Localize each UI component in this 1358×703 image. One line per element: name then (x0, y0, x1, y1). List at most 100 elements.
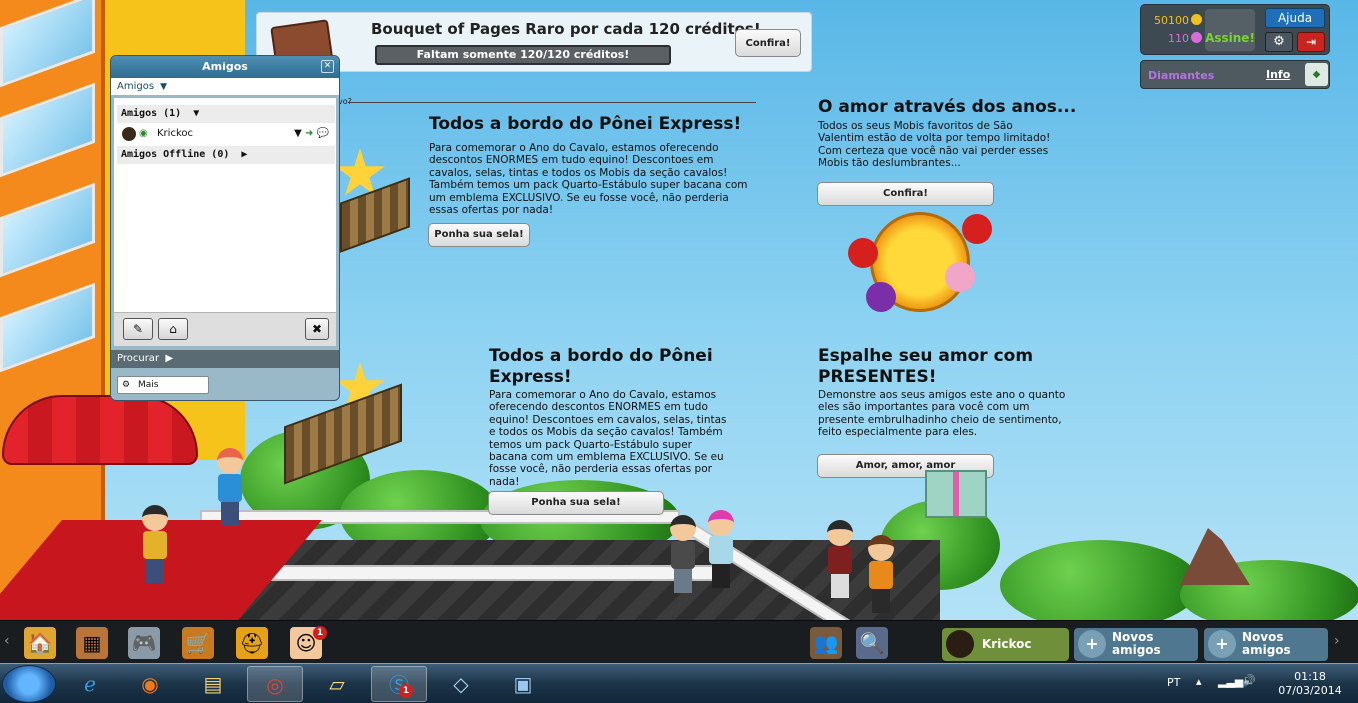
news-text: Todos os seus Mobis favoritos de São Val… (818, 120, 1051, 170)
coin-icon (1191, 14, 1202, 25)
news-text: Demonstre aos seus amigos este ano o qua… (818, 389, 1066, 439)
chevron-right-icon: ▶ (235, 149, 248, 160)
friend-slot-label: Novos amigos (1112, 630, 1161, 657)
friend-slot[interactable]: + Novos amigos (1074, 628, 1198, 661)
skype-badge: 1 (399, 684, 413, 698)
chevron-down-icon[interactable]: ▼ (294, 128, 302, 139)
rose-icon (962, 214, 992, 244)
online-friends-category[interactable]: Amigos (1) ▼ (117, 105, 335, 123)
online-eye-icon: ◉ (139, 128, 148, 139)
flower-icon (866, 282, 896, 312)
language-indicator[interactable]: PT (1167, 676, 1180, 689)
builder-icon[interactable]: ⛑ (236, 627, 268, 659)
offline-category-label: Amigos Offline (0) (121, 149, 230, 160)
explorer-icon[interactable]: ▤ (185, 666, 241, 702)
add-friend-icon: + (1208, 630, 1236, 658)
clock-date: 07/03/2014 (1278, 684, 1342, 697)
friend-slot-label: Novos amigos (1242, 630, 1291, 657)
check-it-button[interactable]: Confira! (817, 182, 994, 206)
news-title: Todos a bordo do Pônei Express! (429, 114, 742, 134)
avatar-figure[interactable] (866, 535, 896, 615)
chevron-left-icon[interactable]: ‹ (4, 633, 10, 649)
avatar (122, 127, 136, 141)
remote-desktop-icon[interactable]: ▣ (495, 666, 551, 702)
news-text: Para comemorar o Ano do Cavalo, estamos … (429, 142, 748, 217)
avatar-figure[interactable] (668, 515, 698, 595)
friends-toolbar: ✎ ⌂ ✖ (114, 312, 336, 346)
avatar-figure[interactable] (215, 448, 245, 528)
avatar (946, 630, 974, 658)
avatar-figure[interactable] (825, 520, 855, 600)
rock-mountain (1180, 528, 1250, 585)
balustrade-rail (240, 565, 720, 581)
rooms-navigator-icon[interactable]: ▦ (76, 627, 108, 659)
windows-taskbar: ℯ ◉ ▤ ◎ ▱ Ⓢ 1 ◇ ▣ PT ▴ ▂▃▅ 🔊 01:18 07/03… (0, 663, 1358, 703)
friends-list-icon[interactable]: 👥 (810, 627, 842, 659)
friends-list: Amigos (1) ▼ ◉ Krickoc ▼ ➜ 💬 Amigos Offl… (114, 98, 336, 314)
skype-icon[interactable]: Ⓢ (371, 666, 427, 702)
online-category-label: Amigos (1) (121, 108, 182, 119)
shop-icon[interactable]: 🛒 (182, 627, 214, 659)
chevron-right-icon[interactable]: › (1334, 633, 1340, 649)
diamonds-info-link[interactable]: Info (1266, 68, 1290, 81)
promo-progress-bar: Faltam somente 120/120 créditos! (375, 45, 671, 65)
games-icon[interactable]: 🎮 (128, 627, 160, 659)
notes-icon[interactable]: ▱ (309, 666, 365, 702)
logout-icon[interactable]: ⇥ (1297, 32, 1325, 52)
system-clock[interactable]: 01:18 07/03/2014 (1270, 670, 1350, 698)
more-label: Mais (138, 380, 159, 390)
volume-icon[interactable]: 🔊 (1242, 674, 1256, 687)
hotel-view-icon[interactable]: 🏠 (24, 627, 56, 659)
bush (1000, 540, 1200, 620)
avatar-figure[interactable] (706, 510, 736, 590)
friend-slot-label: Krickoc (982, 637, 1032, 651)
currency-hud: 50100 110 Assine! Ajuda ⚙ ⇥ (1140, 4, 1330, 55)
gear-icon: ⚙ (122, 380, 131, 390)
gift-box-image (925, 470, 987, 518)
network-icon[interactable]: ▂▃▅ (1218, 675, 1243, 688)
friend-row[interactable]: ◉ Krickoc ▼ ➜ 💬 (117, 125, 335, 143)
hotel-entrance-awning (2, 395, 198, 465)
avatar-figure[interactable] (140, 505, 170, 585)
chat-bubble-icon[interactable]: 💬 (317, 128, 329, 139)
friends-window-titlebar[interactable]: Amigos ✕ (111, 56, 339, 78)
saddle-up-button[interactable]: Ponha sua sela! (488, 491, 664, 515)
edit-friends-icon[interactable]: ✎ (123, 318, 153, 340)
internet-explorer-icon[interactable]: ℯ (62, 666, 118, 702)
chrome-icon[interactable]: ◎ (247, 666, 303, 702)
rose-icon (848, 238, 878, 268)
search-friends-icon[interactable]: 🔍 (856, 627, 888, 659)
saddle-up-button[interactable]: Ponha sua sela! (428, 223, 530, 247)
close-icon[interactable]: ✕ (321, 60, 334, 73)
follow-friend-icon[interactable]: ➜ (305, 128, 313, 139)
promo-check-button[interactable]: Confira! (735, 29, 801, 57)
diamond-shop-icon[interactable]: ◆ (1305, 63, 1328, 86)
home-icon[interactable]: ⌂ (158, 318, 188, 340)
notification-badge: 1 (313, 626, 327, 640)
settings-gear-icon[interactable]: ⚙ (1265, 32, 1293, 52)
search-friends-section[interactable]: Procurar ▶ (111, 350, 339, 368)
window-icon[interactable]: ◇ (433, 666, 489, 702)
duckets-value: 110 (1168, 32, 1189, 45)
remove-friend-icon[interactable]: ✖ (305, 318, 329, 340)
ducket-icon (1191, 32, 1202, 43)
subscribe-button[interactable]: Assine! (1205, 9, 1255, 51)
friends-tab[interactable]: Amigos ▼ (111, 78, 339, 95)
promo-title: Bouquet of Pages Raro por cada 120 crédi… (371, 20, 761, 38)
friend-slot[interactable]: + Novos amigos (1204, 628, 1328, 661)
more-button[interactable]: ⚙ Mais (117, 376, 209, 394)
chevron-up-icon[interactable]: ▴ (1196, 675, 1202, 688)
help-button[interactable]: Ajuda (1265, 8, 1325, 28)
offline-friends-category[interactable]: Amigos Offline (0) ▶ (117, 146, 335, 164)
chevron-down-icon: ▼ (187, 108, 200, 119)
friend-slot[interactable]: Krickoc (942, 628, 1069, 661)
news-title: O amor através dos anos... (818, 97, 1077, 117)
chevron-right-icon: ▶ (162, 353, 174, 364)
news-divider (348, 102, 756, 103)
chevron-down-icon: ▼ (157, 82, 168, 92)
firefox-icon[interactable]: ◉ (122, 666, 178, 702)
credits-value: 50100 (1154, 14, 1189, 27)
friend-name: Krickoc (157, 128, 193, 139)
friends-window: Amigos ✕ Amigos ▼ Amigos (1) ▼ ◉ Krickoc… (110, 55, 340, 401)
windows-start-button[interactable] (2, 665, 56, 703)
